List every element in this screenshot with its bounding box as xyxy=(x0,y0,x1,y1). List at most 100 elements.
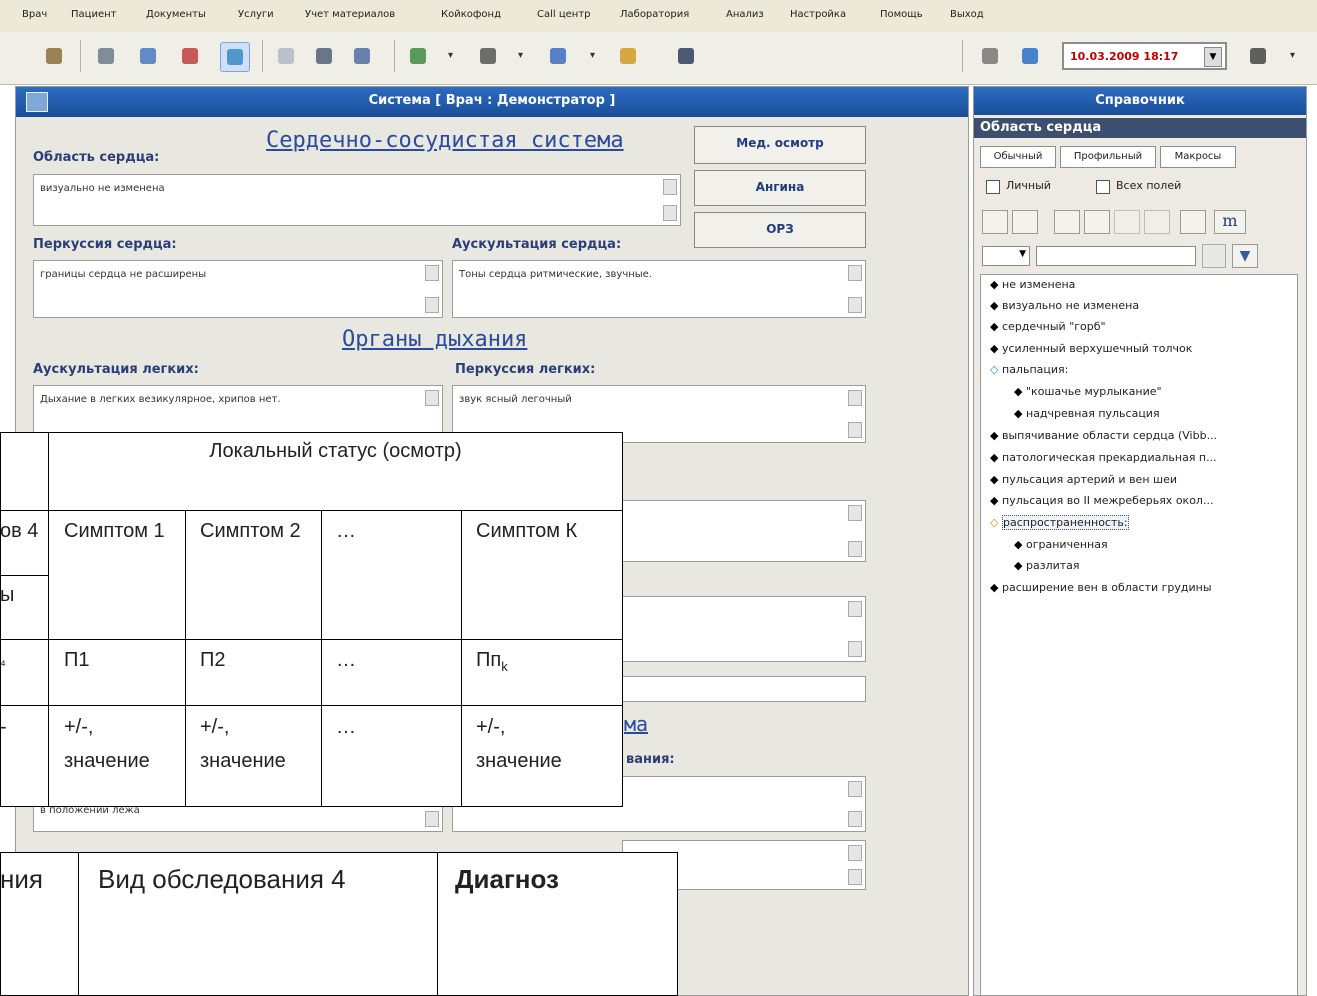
menu-services[interactable]: Услуги xyxy=(238,9,274,20)
document-icon[interactable] xyxy=(1012,210,1038,234)
menu-settings[interactable]: Настройка xyxy=(790,9,846,20)
filter-icon[interactable]: ▼ xyxy=(1232,244,1258,268)
menu-analysis[interactable]: Анализ xyxy=(726,9,764,20)
tree-item[interactable]: ◆ надчревная пульсация xyxy=(1014,407,1160,420)
tree-item[interactable]: ◆ визуально не изменена xyxy=(990,299,1139,312)
scroll-down-icon[interactable] xyxy=(425,811,439,827)
tree-item[interactable]: ◆ "кошачье мурлыкание" xyxy=(1014,385,1162,398)
menu-exit[interactable]: Выход xyxy=(950,9,984,20)
folder-icon[interactable] xyxy=(92,42,120,70)
scroll-down-icon[interactable] xyxy=(848,422,862,438)
auscultation-label: Аускультация сердца: xyxy=(452,237,622,252)
scroll-up-icon[interactable] xyxy=(425,390,439,406)
tree-item[interactable]: ◆ выпячивание области сердца (Vibb... xyxy=(990,429,1217,442)
scroll-down-icon[interactable] xyxy=(425,297,439,313)
auscultation-field[interactable]: Тоны сердца ритмические, звучные. xyxy=(452,260,866,318)
angina-button[interactable]: Ангина xyxy=(694,170,866,206)
copy-icon[interactable] xyxy=(1054,210,1080,234)
tree-item[interactable]: ◆ усиленный верхушечный толчок xyxy=(990,342,1192,355)
pen-icon[interactable] xyxy=(982,210,1008,234)
help-icon[interactable] xyxy=(1180,210,1206,234)
clock-icon[interactable] xyxy=(474,42,502,70)
personal-checkbox[interactable] xyxy=(986,180,1000,194)
hidden-field-2[interactable] xyxy=(622,596,866,662)
orz-button[interactable]: ОРЗ xyxy=(694,212,866,248)
chevron-down-icon[interactable]: ▼ xyxy=(1204,47,1222,67)
scroll-down-icon[interactable] xyxy=(848,641,862,657)
scroll-up-icon[interactable] xyxy=(663,179,677,195)
med-exam-button[interactable]: Мед. осмотр xyxy=(694,126,866,164)
orz-label: ОРЗ xyxy=(766,222,794,236)
settings-icon[interactable] xyxy=(1244,42,1272,70)
scroll-up-icon[interactable] xyxy=(425,265,439,281)
menu-lab[interactable]: Лаборатория xyxy=(620,9,689,20)
filter-dropdown[interactable]: ▼ xyxy=(982,246,1030,266)
chevron-down-icon[interactable]: ▾ xyxy=(590,50,595,61)
hidden-field-3[interactable] xyxy=(622,676,866,702)
scroll-down-icon[interactable] xyxy=(848,297,862,313)
scroll-down-icon[interactable] xyxy=(663,205,677,221)
scroll-up-icon[interactable] xyxy=(848,390,862,406)
menu-beds[interactable]: Койкофонд xyxy=(441,9,501,20)
doctor-icon[interactable] xyxy=(40,42,68,70)
scroll-up-icon[interactable] xyxy=(848,781,862,797)
scroll-down-icon[interactable] xyxy=(848,811,862,827)
chevron-down-icon[interactable]: ▾ xyxy=(1290,50,1295,61)
menu-help[interactable]: Помощь xyxy=(880,9,923,20)
tree-item[interactable]: ◆ патологическая прекардиальная п... xyxy=(990,451,1217,464)
tree-item[interactable]: ◆ разлитая xyxy=(1014,559,1080,572)
lock-icon[interactable] xyxy=(1144,210,1170,234)
menu-materials[interactable]: Учет материалов xyxy=(305,9,395,20)
percussion-field[interactable]: границы сердца не расширены xyxy=(33,260,443,318)
edit-record-icon[interactable] xyxy=(220,42,250,72)
disk-icon[interactable] xyxy=(348,42,376,70)
tree-item[interactable]: ◆ сердечный "горб" xyxy=(990,320,1106,333)
scroll-up-icon[interactable] xyxy=(848,601,862,617)
user-icon[interactable] xyxy=(544,42,572,70)
disabled-icon[interactable] xyxy=(1114,210,1140,234)
scroll-up-icon[interactable] xyxy=(848,845,862,861)
monitor-icon[interactable] xyxy=(672,42,700,70)
tab-regular[interactable]: Обычный xyxy=(980,146,1056,168)
tree-item[interactable]: ◆ расширение вен в области грудины xyxy=(990,581,1212,594)
mail-icon[interactable] xyxy=(272,42,300,70)
chevron-down-icon[interactable]: ▾ xyxy=(518,50,523,61)
tree-item[interactable]: ◆ не изменена xyxy=(990,278,1075,291)
value-cell: +/-, значение xyxy=(64,716,150,772)
scroll-up-icon[interactable] xyxy=(848,505,862,521)
datetime-picker[interactable]: 10.03.2009 18:17 ▼ xyxy=(1062,42,1227,70)
param-cell: Ппk xyxy=(476,643,508,684)
camera-icon[interactable] xyxy=(310,42,338,70)
menu-doctor[interactable]: Врач xyxy=(22,9,47,20)
hidden-field-1[interactable] xyxy=(622,500,866,562)
tree-item[interactable]: ◆ ограниченная xyxy=(1014,538,1108,551)
menu-documents[interactable]: Документы xyxy=(146,9,206,20)
refresh-icon[interactable] xyxy=(1016,42,1044,70)
user-profile-icon[interactable] xyxy=(976,42,1004,70)
tab-profile[interactable]: Профильный xyxy=(1060,146,1156,168)
all-fields-checkbox[interactable] xyxy=(1096,180,1110,194)
scroll-down-icon[interactable] xyxy=(848,541,862,557)
macro-button[interactable]: m xyxy=(1214,210,1246,234)
report-icon[interactable] xyxy=(614,42,642,70)
heart-area-field[interactable]: визуально не изменена xyxy=(33,174,681,226)
menu-callcenter[interactable]: Call центр xyxy=(537,9,591,20)
tree-group[interactable]: ◇ пальпация: xyxy=(990,363,1068,376)
menu-patient[interactable]: Пациент xyxy=(71,9,116,20)
tree-item[interactable]: ◆ пульсация артерий и вен шеи xyxy=(990,473,1177,486)
lung-auscultation-value: Дыхание в легких везикулярное, хрипов не… xyxy=(40,394,281,405)
tools-icon[interactable] xyxy=(404,42,432,70)
chevron-down-icon[interactable]: ▾ xyxy=(448,50,453,61)
scroll-up-icon[interactable] xyxy=(848,265,862,281)
chevron-down-icon[interactable]: ▼ xyxy=(1019,249,1026,259)
list-icon[interactable] xyxy=(1084,210,1110,234)
tab-macros[interactable]: Макросы xyxy=(1160,146,1236,168)
tree-group-selected[interactable]: ◇ распространенность: xyxy=(990,515,1129,530)
scroll-down-icon[interactable] xyxy=(848,869,862,885)
reference-tree xyxy=(980,274,1298,996)
filter-search-input[interactable] xyxy=(1036,246,1196,266)
patient-card-icon[interactable] xyxy=(134,42,162,70)
tree-item[interactable]: ◆ пульсация во II межреберьях окол... xyxy=(990,494,1213,507)
medical-card-icon[interactable] xyxy=(176,42,204,70)
search-icon[interactable] xyxy=(1202,244,1226,268)
